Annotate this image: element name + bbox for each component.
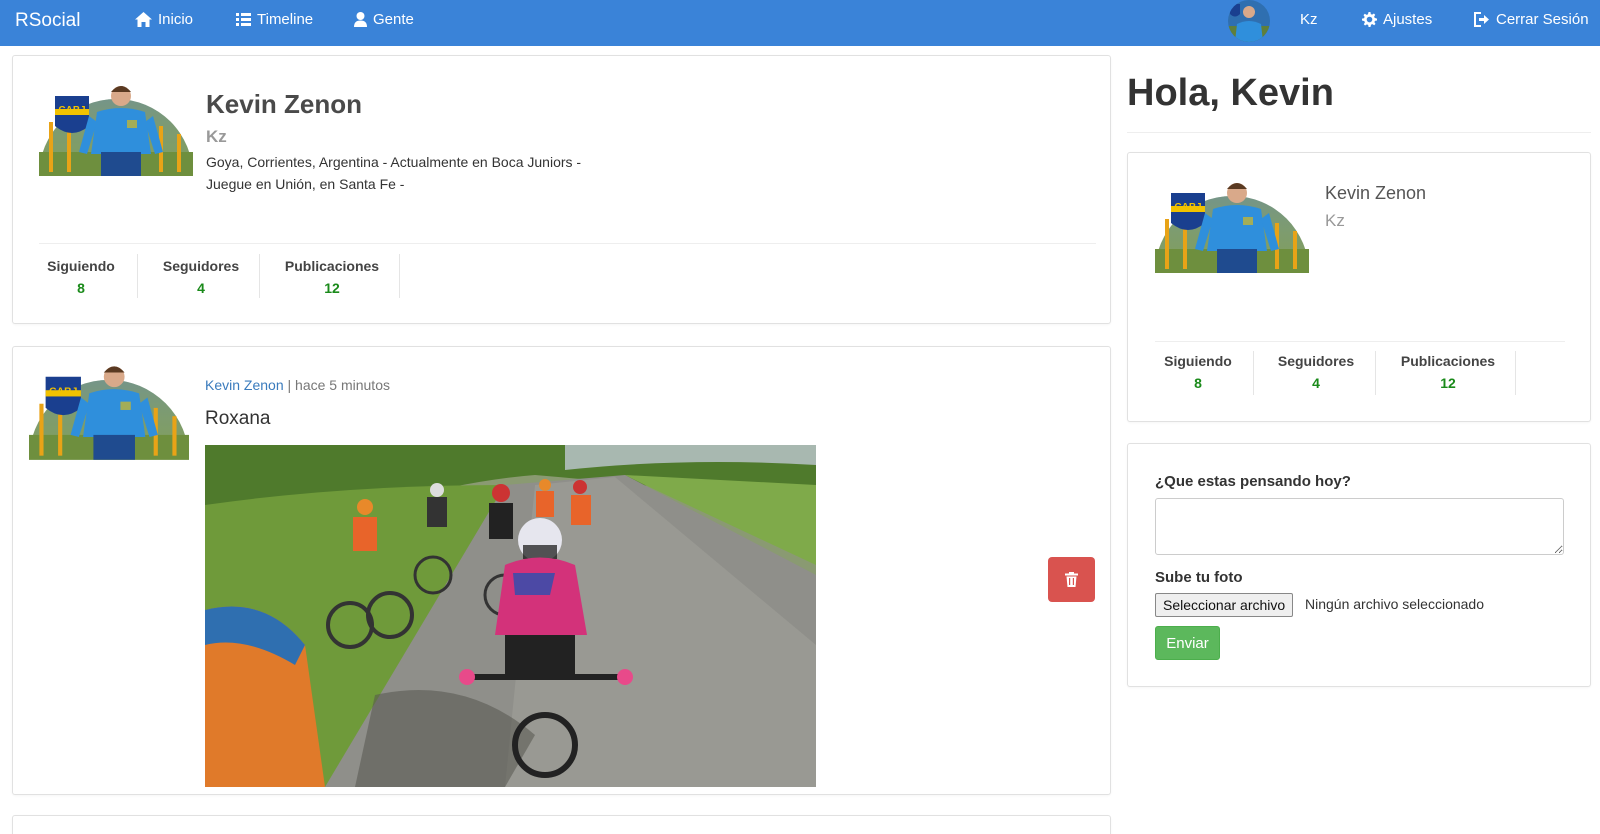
post-question-label: ¿Que estas pensando hoy?: [1155, 473, 1351, 490]
post-author-link[interactable]: Kevin Zenon: [205, 377, 284, 393]
stat-following-value: 8: [77, 280, 85, 296]
divider: [1127, 132, 1591, 133]
card-stat-followers[interactable]: Seguidores 4: [1262, 353, 1370, 391]
submit-post-button[interactable]: Enviar: [1155, 626, 1220, 660]
new-post-form: ¿Que estas pensando hoy? Sube tu foto Se…: [1127, 443, 1591, 687]
profile-name: Kevin Zenon: [206, 89, 363, 119]
nav-people-label: Gente: [373, 11, 414, 28]
stat-publications-value: 12: [324, 280, 340, 296]
divider: [39, 243, 1096, 244]
card-stat-following-value: 8: [1194, 375, 1202, 391]
home-icon: [135, 12, 152, 27]
nav-settings-label: Ajustes: [1383, 11, 1433, 28]
nav-home-link[interactable]: Inicio: [135, 11, 193, 28]
greeting-heading: Hola, Kevin: [1127, 72, 1334, 114]
stat-followers[interactable]: Seguidores 4: [147, 258, 255, 296]
top-navbar: RSocial Inicio Timeline Gente Kz Ajustes…: [0, 0, 1600, 46]
nav-logout-link[interactable]: Cerrar Sesión: [1474, 11, 1589, 28]
post-meta: Kevin Zenon | hace 5 minutos: [205, 377, 390, 393]
list-icon: [236, 13, 251, 26]
card-stat-publications-label: Publicaciones: [1400, 353, 1496, 369]
logout-icon: [1474, 12, 1489, 27]
nav-user-nick[interactable]: Kz: [1300, 11, 1318, 28]
delete-post-button[interactable]: [1048, 557, 1095, 602]
post-text-input[interactable]: [1155, 498, 1564, 555]
profile-bio: Goya, Corrientes, Argentina - Actualment…: [206, 154, 582, 192]
photo-upload-label: Sube tu foto: [1155, 569, 1243, 586]
stat-followers-value: 4: [197, 280, 205, 296]
profile-avatar: [39, 82, 193, 176]
stat-divider: [1515, 351, 1516, 395]
stat-followers-label: Seguidores: [162, 258, 240, 274]
brand-logo[interactable]: RSocial: [15, 10, 80, 32]
post-timestamp: hace 5 minutos: [295, 377, 390, 393]
trash-icon: [1065, 572, 1078, 587]
nav-user-avatar[interactable]: [1228, 0, 1270, 42]
nav-settings-link[interactable]: Ajustes: [1362, 11, 1432, 28]
stat-divider: [137, 254, 138, 298]
card-nick: Kz: [1325, 211, 1345, 230]
stat-following[interactable]: Siguiendo 8: [39, 258, 123, 296]
nav-logout-label: Cerrar Sesión: [1496, 11, 1589, 28]
user-summary-card: Kevin Zenon Kz Siguiendo 8 Seguidores 4 …: [1127, 152, 1591, 422]
stat-divider: [1253, 351, 1254, 395]
stat-publications[interactable]: Publicaciones 12: [268, 258, 396, 296]
nav-home-label: Inicio: [158, 11, 194, 28]
profile-nick: Kz: [206, 127, 227, 146]
gear-icon: [1362, 12, 1377, 27]
post-author-avatar[interactable]: [29, 362, 189, 460]
post-meta-separator: |: [283, 377, 296, 393]
next-post-card: [12, 815, 1111, 834]
stat-publications-label: Publicaciones: [284, 258, 380, 274]
card-stat-followers-label: Seguidores: [1277, 353, 1355, 369]
post-card: Kevin Zenon | hace 5 minutos Roxana: [12, 346, 1111, 795]
profile-header-panel: Kevin Zenon Kz Goya, Corrientes, Argenti…: [12, 55, 1111, 324]
file-status-text: Ningún archivo seleccionado: [1305, 596, 1484, 612]
card-stat-following[interactable]: Siguiendo 8: [1155, 353, 1241, 391]
card-stat-publications[interactable]: Publicaciones 12: [1384, 353, 1512, 391]
stat-divider: [399, 254, 400, 298]
post-text: Roxana: [205, 408, 271, 429]
nav-timeline-label: Timeline: [257, 11, 314, 28]
card-stat-publications-value: 12: [1440, 375, 1456, 391]
card-stat-followers-value: 4: [1312, 375, 1320, 391]
stat-divider: [259, 254, 260, 298]
choose-file-button[interactable]: Seleccionar archivo: [1155, 593, 1294, 617]
nav-user-nick-label: Kz: [1300, 11, 1318, 28]
card-avatar: [1155, 179, 1309, 273]
card-name[interactable]: Kevin Zenon: [1325, 183, 1426, 204]
stat-following-label: Siguiendo: [47, 258, 115, 274]
nav-people-link[interactable]: Gente: [354, 11, 414, 28]
card-stat-following-label: Siguiendo: [1164, 353, 1232, 369]
post-image[interactable]: [205, 445, 816, 787]
divider: [1155, 341, 1565, 342]
nav-timeline-link[interactable]: Timeline: [236, 11, 313, 28]
user-icon: [354, 12, 367, 27]
stat-divider: [1375, 351, 1376, 395]
